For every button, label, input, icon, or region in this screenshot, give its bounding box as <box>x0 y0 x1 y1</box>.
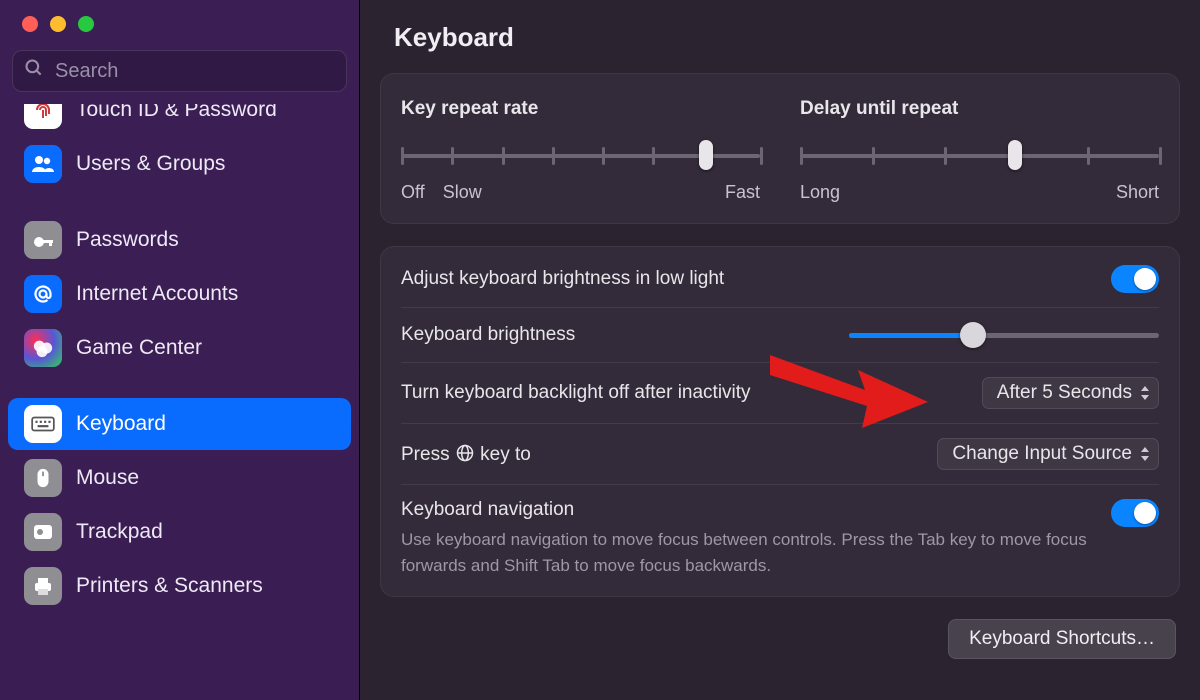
row-globe-key: Press key to Change Input Source <box>401 424 1159 485</box>
label: Turn keyboard backlight off after inacti… <box>401 382 751 404</box>
page-title: Keyboard <box>380 0 1180 73</box>
sidebar-item-touchid[interactable]: Touch ID & Password <box>8 104 351 136</box>
key-repeat-rate-slider[interactable] <box>401 142 760 170</box>
globe-icon <box>455 443 475 463</box>
key-repeat-rate: Key repeat rate Off Slow <box>401 98 760 203</box>
backlight-off-popup[interactable]: After 5 Seconds <box>982 377 1159 409</box>
printer-icon <box>24 567 62 605</box>
sidebar-item-label: Touch ID & Password <box>76 104 277 122</box>
gamecenter-icon <box>24 329 62 367</box>
sidebar-item-trackpad[interactable]: Trackpad <box>8 506 351 558</box>
label: Keyboard brightness <box>401 324 575 346</box>
sidebar-item-passwords[interactable]: Passwords <box>8 214 351 266</box>
sidebar-item-label: Trackpad <box>76 520 163 544</box>
brightness-slider[interactable] <box>849 322 1159 348</box>
label: Adjust keyboard brightness in low light <box>401 268 724 290</box>
keyboard-icon <box>24 405 62 443</box>
auto-brightness-toggle[interactable] <box>1111 265 1159 293</box>
search-input[interactable] <box>12 50 347 92</box>
sidebar-item-mouse[interactable]: Mouse <box>8 452 351 504</box>
sidebar-item-label: Printers & Scanners <box>76 574 263 598</box>
zoom-button[interactable] <box>78 16 94 32</box>
chevron-updown-icon <box>1140 386 1150 400</box>
minimize-button[interactable] <box>50 16 66 32</box>
fingerprint-icon <box>24 104 62 129</box>
search-wrap <box>12 50 347 92</box>
sidebar-item-printers[interactable]: Printers & Scanners <box>8 560 351 612</box>
row-backlight-off: Turn keyboard backlight off after inacti… <box>401 363 1159 424</box>
sidebar-item-keyboard[interactable]: Keyboard <box>8 398 351 450</box>
slider-max-label: Fast <box>725 182 760 203</box>
chevron-updown-icon <box>1140 447 1150 461</box>
window-controls <box>0 0 359 46</box>
delay-until-repeat-slider[interactable] <box>800 142 1159 170</box>
slider-min-label: Off <box>401 182 425 203</box>
label: Delay until repeat <box>800 98 1159 120</box>
slider-label: Slow <box>443 182 482 203</box>
row-brightness-level: Keyboard brightness <box>401 308 1159 363</box>
globe-key-popup[interactable]: Change Input Source <box>937 438 1159 470</box>
label: Press key to <box>401 443 531 466</box>
popup-value: Change Input Source <box>952 443 1132 465</box>
sidebar-list: Touch ID & Password Users & Groups Passw… <box>0 104 359 614</box>
slider-min-label: Long <box>800 182 840 203</box>
main-content: Keyboard Key repeat rate <box>360 0 1200 700</box>
at-icon <box>24 275 62 313</box>
key-icon <box>24 221 62 259</box>
keyboard-navigation-toggle[interactable] <box>1111 499 1159 527</box>
sidebar-item-gamecenter[interactable]: Game Center <box>8 322 351 374</box>
delay-until-repeat: Delay until repeat Long Short <box>800 98 1159 203</box>
sidebar: Touch ID & Password Users & Groups Passw… <box>0 0 360 700</box>
sidebar-item-users[interactable]: Users & Groups <box>8 138 351 190</box>
sidebar-item-internet[interactable]: Internet Accounts <box>8 268 351 320</box>
label: Key repeat rate <box>401 98 760 120</box>
mouse-icon <box>24 459 62 497</box>
panel-brightness: Adjust keyboard brightness in low light … <box>380 246 1180 597</box>
popup-value: After 5 Seconds <box>997 382 1132 404</box>
sidebar-item-label: Keyboard <box>76 412 166 436</box>
close-button[interactable] <box>22 16 38 32</box>
row-auto-brightness: Adjust keyboard brightness in low light <box>401 251 1159 308</box>
label: Keyboard navigation <box>401 499 1111 521</box>
sidebar-item-label: Passwords <box>76 228 179 252</box>
sidebar-item-label: Game Center <box>76 336 202 360</box>
trackpad-icon <box>24 513 62 551</box>
panel-key-repeat: Key repeat rate Off Slow <box>380 73 1180 224</box>
row-keyboard-navigation: Keyboard navigation Use keyboard navigat… <box>401 485 1159 592</box>
description: Use keyboard navigation to move focus be… <box>401 527 1111 578</box>
search-icon <box>24 58 44 84</box>
sidebar-item-label: Users & Groups <box>76 152 225 176</box>
sidebar-item-label: Mouse <box>76 466 139 490</box>
users-icon <box>24 145 62 183</box>
slider-max-label: Short <box>1116 182 1159 203</box>
sidebar-item-label: Internet Accounts <box>76 282 238 306</box>
keyboard-shortcuts-button[interactable]: Keyboard Shortcuts… <box>948 619 1176 659</box>
